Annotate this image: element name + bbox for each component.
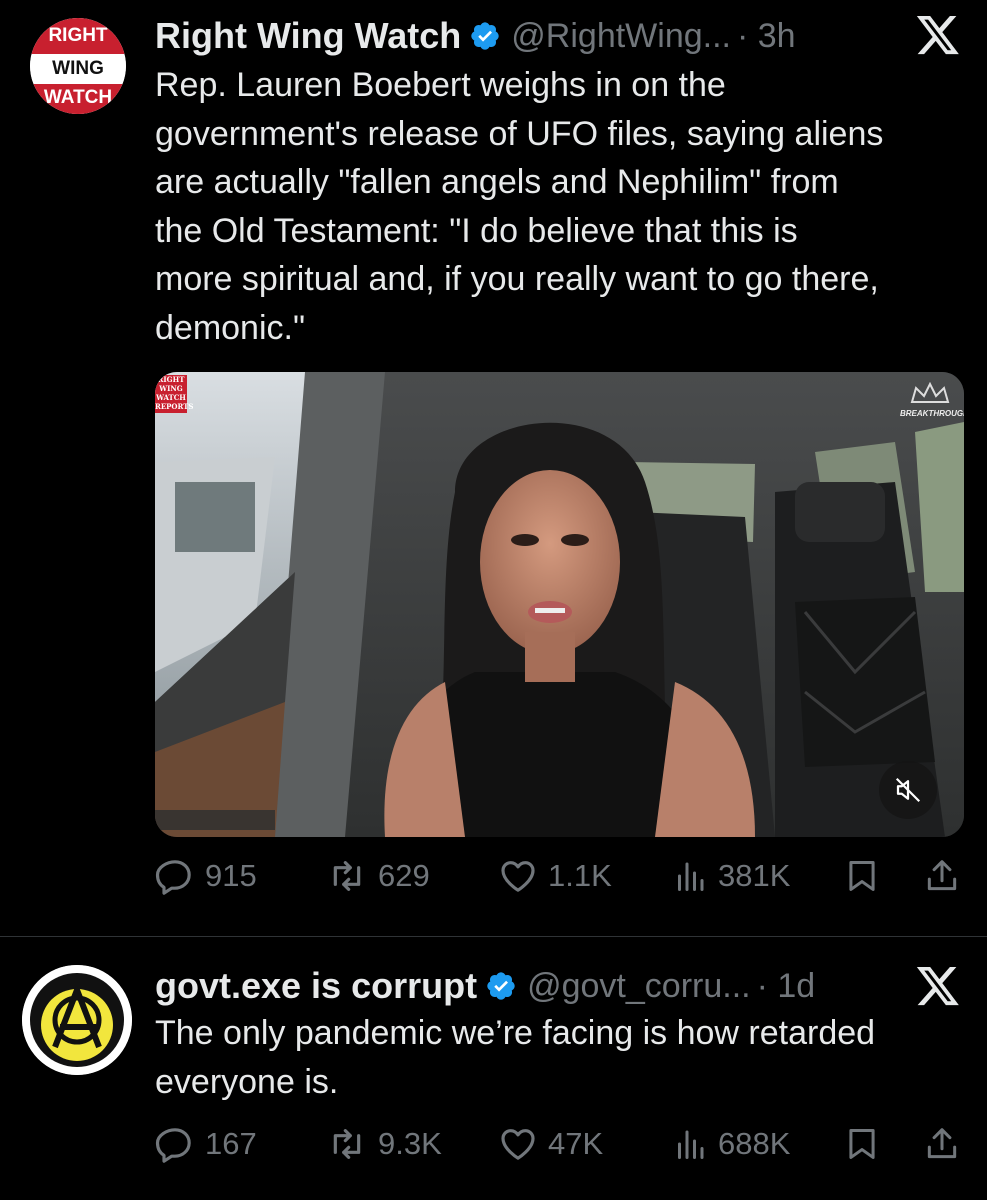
avatar-text-watch: WATCH	[43, 87, 113, 108]
like-button[interactable]: 1.1K	[498, 856, 612, 896]
reply-count: 167	[205, 1126, 257, 1161]
heart-icon	[501, 861, 535, 892]
video-watermark: BREAKTHROUGH	[900, 381, 964, 422]
tweet-actions: 915 629 1.1K 381K	[155, 856, 965, 906]
breakthrough-crown-icon	[910, 381, 950, 403]
bookmark-button[interactable]	[843, 856, 881, 896]
reply-count: 915	[205, 858, 257, 893]
share-button[interactable]	[923, 1124, 961, 1164]
video-corner-logo: RIGHT WING WATCH REPORTS	[155, 375, 194, 413]
repost-count: 629	[378, 858, 430, 893]
tweet-text: Rep. Lauren Boebert weighs in on the gov…	[155, 61, 975, 352]
x-logo-icon	[916, 16, 959, 55]
bookmark-button[interactable]	[843, 1124, 881, 1164]
timestamp[interactable]: · 1d	[757, 967, 816, 1006]
share-button[interactable]	[923, 856, 961, 896]
display-name[interactable]: Right Wing Watch	[155, 15, 461, 57]
avatar-right-wing-watch[interactable]: RIGHT WING WATCH	[30, 18, 126, 114]
video-logo-line: REPORTS	[155, 402, 194, 411]
video-logo-line: RIGHT	[157, 375, 185, 384]
tweet-text: The only pandemic we’re facing is how re…	[155, 1009, 975, 1106]
avatar-text-wing: WING	[52, 58, 104, 79]
tweet-2[interactable]: govt.exe is corrupt @govt_corru... · 1d …	[0, 937, 987, 1200]
heart-icon	[501, 1129, 535, 1160]
repost-button[interactable]: 629	[326, 856, 430, 896]
repost-count: 9.3K	[378, 1126, 442, 1161]
repost-icon	[333, 861, 361, 891]
tweet-header: Right Wing Watch @RightWing... · 3h	[155, 14, 796, 58]
anarchy-symbol-icon	[22, 965, 132, 1075]
share-icon	[927, 860, 957, 891]
bookmark-icon	[849, 1129, 875, 1159]
display-name[interactable]: govt.exe is corrupt	[155, 965, 477, 1007]
reply-icon	[155, 1128, 191, 1163]
avatar-govt-exe[interactable]	[22, 965, 132, 1075]
video-logo-line: WATCH	[156, 393, 186, 402]
like-count: 47K	[548, 1126, 604, 1161]
views-count: 381K	[718, 858, 791, 893]
muted-speaker-icon	[895, 777, 921, 803]
watermark-text: BREAKTHROUGH	[900, 409, 964, 418]
tweet-text-line: more spiritual and, if you really want t…	[155, 260, 879, 298]
tweet-text-line: everyone is.	[155, 1062, 339, 1101]
share-icon	[927, 1128, 957, 1159]
views-chart-icon	[678, 1130, 704, 1159]
repost-button[interactable]: 9.3K	[326, 1124, 442, 1164]
views-count: 688K	[718, 1126, 791, 1161]
reply-icon	[155, 860, 191, 895]
handle[interactable]: @govt_corru...	[527, 967, 751, 1006]
tweet-text-line: the Old Testament: "I do believe that th…	[155, 211, 798, 250]
tweet-text-line: Rep. Lauren Boebert weighs in on the	[155, 66, 726, 104]
like-count: 1.1K	[548, 858, 612, 893]
timestamp[interactable]: · 3h	[737, 17, 796, 56]
tweet-header: govt.exe is corrupt @govt_corru... · 1d	[155, 964, 815, 1008]
reply-button[interactable]: 915	[155, 856, 257, 896]
video-logo-line: WING	[159, 384, 183, 393]
views-button[interactable]: 688K	[672, 1124, 790, 1164]
tweet-text-line: government's release of UFO files, sayin…	[155, 114, 884, 153]
tweet-text-line: The only pandemic we’re facing is how re…	[155, 1014, 876, 1052]
avatar-text-right: RIGHT	[48, 25, 108, 46]
video-frame	[155, 372, 964, 837]
verified-badge-icon	[471, 22, 499, 50]
views-button[interactable]: 381K	[672, 856, 790, 896]
bookmark-icon	[849, 861, 875, 891]
tweet-text-line: demonic."	[155, 308, 306, 347]
tweet-text-line: are actually "fallen angels and Nephilim…	[155, 163, 839, 201]
verified-badge-icon	[487, 972, 515, 1000]
mute-button[interactable]	[879, 761, 937, 819]
tweet-actions: 167 9.3K 47K 688K	[155, 1124, 965, 1174]
handle[interactable]: @RightWing...	[511, 17, 731, 56]
views-chart-icon	[678, 862, 704, 891]
tweet-1[interactable]: RIGHT WING WATCH Right Wing Watch @Right…	[0, 0, 987, 935]
reply-button[interactable]: 167	[155, 1124, 257, 1164]
like-button[interactable]: 47K	[498, 1124, 603, 1164]
repost-icon	[333, 1129, 361, 1159]
video-player[interactable]: RIGHT WING WATCH REPORTS BREAKTHROUGH	[155, 372, 964, 837]
x-logo-icon	[916, 967, 959, 1006]
